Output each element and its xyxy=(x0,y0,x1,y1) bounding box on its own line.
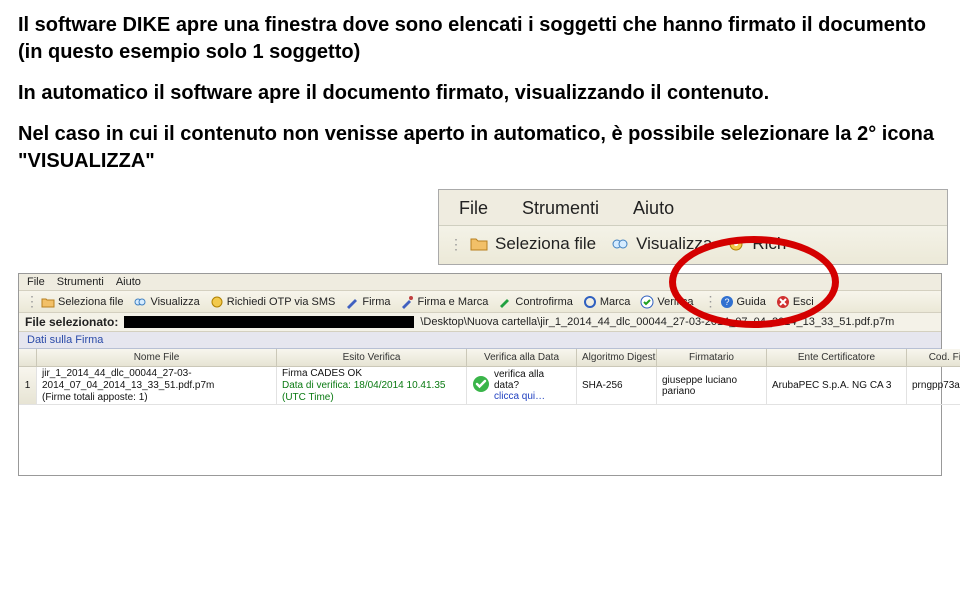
cell-esito: Firma CADES OK Data di verifica: 18/04/2… xyxy=(277,367,467,405)
col-nomefile[interactable]: Nome File xyxy=(37,349,277,367)
col-num xyxy=(19,349,37,367)
redacted-block xyxy=(124,316,414,328)
file-selected-label: File selezionato: xyxy=(25,315,118,329)
zoom-seleziona-file: Seleziona file xyxy=(469,234,596,254)
cell-nomefile: jir_1_2014_44_dlc_00044_27-03-2014_07_04… xyxy=(37,367,277,405)
para-2: In automatico il software apre il docume… xyxy=(18,80,942,107)
stamp-icon xyxy=(583,295,597,309)
cell-verifica-data[interactable]: verifica alla data? clicca qui… xyxy=(467,367,577,405)
tb-controfirma[interactable]: Controfirma xyxy=(498,295,572,309)
file-selected-row: File selezionato: \Desktop\Nuova cartell… xyxy=(19,313,941,332)
app-toolbar: ⋮ Seleziona file Visualizza Richiedi OTP… xyxy=(19,291,941,313)
folder-icon xyxy=(469,234,489,254)
zoom-toolbar: ⋮ Seleziona file Visualizza Rich xyxy=(439,226,947,264)
zoom-screenshot: File Strumenti Aiuto ⋮ Seleziona file Vi… xyxy=(438,189,948,265)
grid-header: Nome File Esito Verifica Verifica alla D… xyxy=(19,349,941,367)
app-menubar: File Strumenti Aiuto xyxy=(19,274,941,291)
tb-firma[interactable]: Firma xyxy=(345,295,390,309)
help-icon: ? xyxy=(720,295,734,309)
zoom-rich-partial: Rich xyxy=(726,234,786,254)
col-ente[interactable]: Ente Certificatore xyxy=(767,349,907,367)
counter-sign-icon xyxy=(498,295,512,309)
zoom-menu-aiuto: Aiuto xyxy=(633,198,674,219)
col-algo[interactable]: Algoritmo Digest xyxy=(577,349,657,367)
tb-marca[interactable]: Marca xyxy=(583,295,631,309)
view-icon xyxy=(610,234,630,254)
zoom-menu-strumenti: Strumenti xyxy=(522,198,599,219)
col-firmatario[interactable]: Firmatario xyxy=(657,349,767,367)
grid-empty-area xyxy=(19,405,941,475)
grip-icon: ⋮ xyxy=(449,236,455,253)
cell-cf: prngpp73a01d123t xyxy=(907,367,960,405)
document-body: Il software DIKE apre una finestra dove … xyxy=(18,12,942,175)
tb-seleziona-file[interactable]: Seleziona file xyxy=(41,295,123,309)
ok-check-icon xyxy=(472,375,490,396)
cell-ente: ArubaPEC S.p.A. NG CA 3 xyxy=(767,367,907,405)
check-icon xyxy=(640,295,654,309)
pen-stamp-icon xyxy=(400,295,414,309)
svg-text:?: ? xyxy=(724,297,729,307)
zoom-menubar: File Strumenti Aiuto xyxy=(439,190,947,226)
tb-richiedi-otp[interactable]: Richiedi OTP via SMS xyxy=(210,295,336,309)
gear-icon xyxy=(726,234,746,254)
dike-window: File Strumenti Aiuto ⋮ Seleziona file Vi… xyxy=(18,273,942,476)
file-path: \Desktop\Nuova cartella\jir_1_2014_44_dl… xyxy=(420,316,894,328)
para-1: Il software DIKE apre una finestra dove … xyxy=(18,12,942,66)
grid-row-1[interactable]: 1 jir_1_2014_44_dlc_00044_27-03-2014_07_… xyxy=(19,367,941,405)
cell-firmatario: giuseppe luciano pariano xyxy=(657,367,767,405)
menu-aiuto[interactable]: Aiuto xyxy=(116,276,141,288)
tb-visualizza[interactable]: Visualizza xyxy=(133,295,199,309)
separator-icon: ⋮ xyxy=(704,293,710,310)
menu-file[interactable]: File xyxy=(27,276,45,288)
col-verdata[interactable]: Verifica alla Data xyxy=(467,349,577,367)
para-3: Nel caso in cui il contenuto non venisse… xyxy=(18,121,942,175)
view-icon xyxy=(133,295,147,309)
exit-icon xyxy=(776,295,790,309)
menu-strumenti[interactable]: Strumenti xyxy=(57,276,104,288)
clicca-qui-link[interactable]: clicca qui… xyxy=(494,391,571,402)
section-dati-firma: Dati sulla Firma xyxy=(19,332,941,349)
tb-guida[interactable]: ? Guida xyxy=(720,295,766,309)
zoom-visualizza: Visualizza xyxy=(610,234,712,254)
col-cf[interactable]: Cod. Fiscale xyxy=(907,349,960,367)
zoom-menu-file: File xyxy=(459,198,488,219)
cell-algo: SHA-256 xyxy=(577,367,657,405)
folder-icon xyxy=(41,295,55,309)
pen-icon xyxy=(345,295,359,309)
tb-esci[interactable]: Esci xyxy=(776,295,814,309)
tb-verifica[interactable]: Verifica xyxy=(640,295,693,309)
cell-num: 1 xyxy=(19,367,37,405)
gear-icon xyxy=(210,295,224,309)
grip-icon: ⋮ xyxy=(25,293,31,310)
col-esito[interactable]: Esito Verifica xyxy=(277,349,467,367)
tb-firma-e-marca[interactable]: Firma e Marca xyxy=(400,295,488,309)
